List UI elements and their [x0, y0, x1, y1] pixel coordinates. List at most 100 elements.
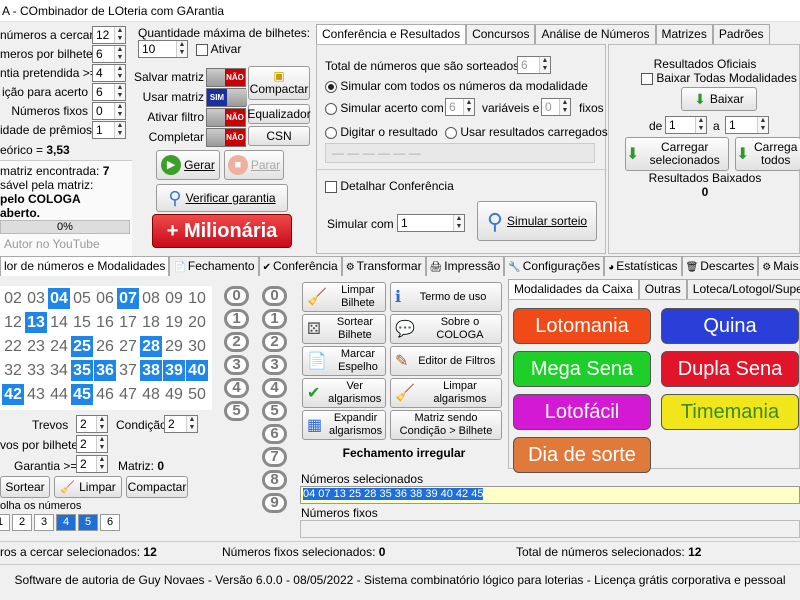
- number-cell[interactable]: 08: [140, 288, 162, 309]
- modalidade-button[interactable]: Quina: [661, 308, 799, 344]
- gerar-button[interactable]: ▶ Gerar: [156, 150, 220, 180]
- number-cell[interactable]: 25: [71, 336, 93, 357]
- left-row-input[interactable]: 6 ▲ ▼: [92, 45, 126, 63]
- main-tab[interactable]: ✔ Conferência: [258, 256, 342, 276]
- tool-button[interactable]: ℹ Termo de uso: [390, 282, 502, 312]
- left-row-input[interactable]: 0 ▲ ▼: [92, 102, 126, 120]
- number-cell[interactable]: 17: [117, 312, 139, 333]
- equalizador-button[interactable]: Equalizador: [247, 104, 311, 124]
- tool-button[interactable]: ✔ Ver algarismos: [302, 378, 386, 408]
- top-tab[interactable]: Concursos: [466, 24, 536, 44]
- digit-button[interactable]: 7: [262, 447, 287, 467]
- number-cell[interactable]: 19: [163, 312, 185, 333]
- number-cell[interactable]: 18: [140, 312, 162, 333]
- spin-arrows[interactable]: ▲ ▼: [114, 103, 125, 119]
- tool-button[interactable]: 🧹 Limpar Bilhete: [302, 282, 386, 312]
- number-cell[interactable]: 49: [163, 384, 185, 405]
- number-cell[interactable]: 46: [94, 384, 116, 405]
- condicao-input[interactable]: 2 ▲ ▼: [164, 415, 198, 433]
- de-input[interactable]: 1 ▲ ▼: [665, 116, 707, 134]
- main-tab[interactable]: 🔧 Configurações: [504, 256, 605, 276]
- main-tab[interactable]: 🖨 Impressão: [425, 256, 505, 276]
- number-cell[interactable]: 29: [163, 336, 185, 357]
- left-row-input[interactable]: 6 ▲ ▼: [92, 83, 126, 101]
- modalidade-button[interactable]: Lotomania: [513, 308, 651, 344]
- trevos-por-bilhete-input[interactable]: 2 ▲ ▼: [76, 435, 108, 453]
- digit-button[interactable]: 2: [262, 332, 287, 352]
- main-tab[interactable]: 🗑 Descartes: [681, 256, 759, 276]
- left-row-input[interactable]: 4 ▲ ▼: [92, 64, 126, 82]
- numeros-fixos-field[interactable]: [300, 520, 800, 538]
- modalidade-tab[interactable]: Outras: [638, 279, 687, 299]
- main-tab[interactable]: 📄 Fechamento: [169, 256, 259, 276]
- number-cell[interactable]: 45: [71, 384, 93, 405]
- number-cell[interactable]: 44: [48, 384, 70, 405]
- garantia-input[interactable]: 2 ▲ ▼: [76, 455, 108, 473]
- number-cell[interactable]: 13: [25, 312, 47, 333]
- number-cell[interactable]: 22: [2, 336, 24, 357]
- number-cell[interactable]: 38: [140, 360, 162, 381]
- main-tab[interactable]: ⚙Mais opç: [758, 256, 800, 276]
- number-cell[interactable]: 16: [94, 312, 116, 333]
- number-cell[interactable]: 34: [48, 360, 70, 381]
- spin-arrows[interactable]: ▲ ▼: [114, 122, 125, 138]
- digit-button[interactable]: 1: [262, 309, 287, 329]
- a-input[interactable]: 1 ▲ ▼: [725, 116, 769, 134]
- tool-button[interactable]: 💬 Sobre o COLOGA: [390, 314, 502, 344]
- modalidade-button[interactable]: Mega Sena: [513, 351, 651, 387]
- detalhar-checkbox[interactable]: Detalhar Conferência: [325, 179, 454, 193]
- digit-button[interactable]: 4: [262, 378, 287, 398]
- number-cell[interactable]: 06: [94, 288, 116, 309]
- spin-arrows[interactable]: ▲ ▼: [114, 65, 125, 81]
- digit-button[interactable]: 4: [224, 378, 249, 398]
- tool-button[interactable]: ⚄ Sortear Bilhete: [302, 314, 386, 344]
- spin-arrows[interactable]: ▲ ▼: [114, 46, 125, 62]
- top-tab[interactable]: Análise de Números: [535, 24, 656, 44]
- digit-button[interactable]: 0: [262, 286, 287, 306]
- compactar-button[interactable]: ▣ Compactar: [248, 66, 310, 100]
- number-cell[interactable]: 42: [2, 384, 24, 405]
- number-cell[interactable]: 35: [71, 360, 93, 381]
- number-cell[interactable]: 30: [186, 336, 208, 357]
- modalidade-button[interactable]: Timemania: [661, 394, 799, 430]
- acerto-fixos-input[interactable]: 0 ▲ ▼: [541, 98, 571, 116]
- tool-button[interactable]: 📄 Marcar Espelho: [302, 346, 386, 376]
- number-cell[interactable]: 23: [25, 336, 47, 357]
- modalidade-tab[interactable]: Modalidades da Caixa: [508, 279, 639, 299]
- number-cell[interactable]: 10: [186, 288, 208, 309]
- spin-arrows[interactable]: ▲ ▼: [114, 27, 125, 43]
- left-row-input[interactable]: 12 ▲ ▼: [92, 26, 126, 44]
- simular-input[interactable]: 1 ▲ ▼: [397, 214, 465, 232]
- limpar-button[interactable]: 🧹 Limpar: [54, 476, 122, 498]
- top-tab[interactable]: Conferência e Resultados: [316, 24, 467, 44]
- number-cell[interactable]: 27: [117, 336, 139, 357]
- toggle-switch[interactable]: SIM: [206, 88, 247, 107]
- number-cell[interactable]: 48: [140, 384, 162, 405]
- number-cell[interactable]: 43: [25, 384, 47, 405]
- top-tab[interactable]: Matrizes: [655, 24, 713, 44]
- number-cell[interactable]: 47: [117, 384, 139, 405]
- opt-usar-carregados[interactable]: Usar resultados carregados: [445, 125, 608, 139]
- main-tab[interactable]: ⚙ Transformar: [341, 256, 426, 276]
- opt-digitar[interactable]: Digitar o resultado: [325, 125, 438, 139]
- number-cell[interactable]: 03: [25, 288, 47, 309]
- number-cell[interactable]: 02: [2, 288, 24, 309]
- digit-button[interactable]: 3: [262, 355, 287, 375]
- opt-simular-acerto[interactable]: Simular acerto com: [325, 101, 444, 115]
- trevo-number[interactable]: 1: [0, 514, 10, 531]
- toggle-switch[interactable]: NÃO: [206, 128, 246, 147]
- trevo-number[interactable]: 5: [78, 514, 98, 531]
- trevo-number[interactable]: 3: [34, 514, 54, 531]
- ativar-checkbox[interactable]: Ativar: [196, 42, 241, 56]
- number-cell[interactable]: 07: [117, 288, 139, 309]
- baixar-todas-checkbox[interactable]: Baixar Todas Modalidades: [641, 71, 797, 85]
- trevo-number[interactable]: 6: [100, 514, 120, 531]
- sortear-button[interactable]: Sortear: [0, 476, 50, 498]
- number-cell[interactable]: 09: [163, 288, 185, 309]
- number-cell[interactable]: 24: [48, 336, 70, 357]
- number-cell[interactable]: 04: [48, 288, 70, 309]
- trevo-number[interactable]: 2: [12, 514, 32, 531]
- total-input[interactable]: 6 ▲ ▼: [517, 56, 551, 74]
- carregar-selecionados-button[interactable]: ⬇ Carregar selecionados: [625, 137, 729, 171]
- result-input[interactable]: — — — — — —: [325, 143, 595, 163]
